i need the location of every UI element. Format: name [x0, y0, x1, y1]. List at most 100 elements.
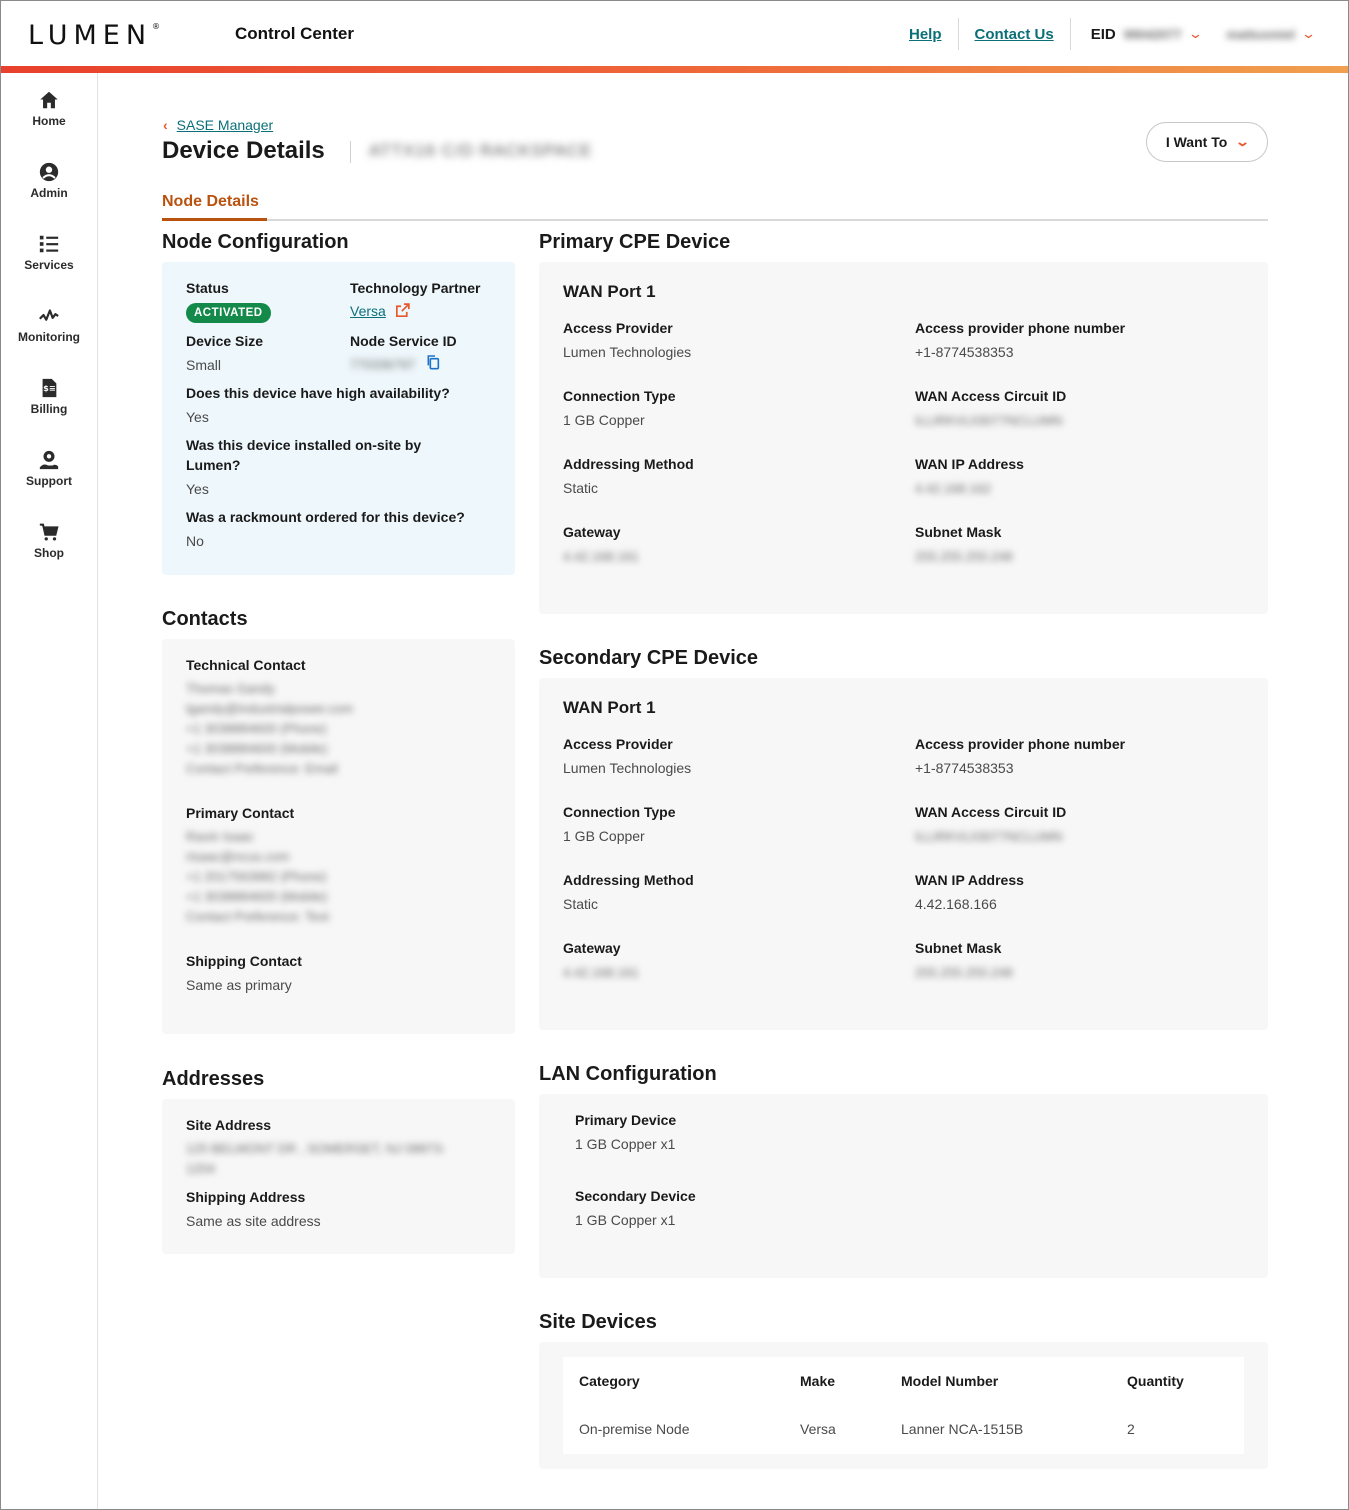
- wan-ip-value: 4.42.168.166: [915, 896, 997, 912]
- lan-primary-value: 1 GB Copper x1: [575, 1136, 676, 1152]
- site-address-label: Site Address: [186, 1117, 272, 1133]
- nav-label: Admin: [30, 186, 68, 200]
- i-want-to-button[interactable]: I Want To ⌄: [1146, 122, 1268, 162]
- contact-us-link[interactable]: Contact Us: [959, 26, 1070, 43]
- support-icon: [39, 450, 59, 470]
- copy-icon[interactable]: [425, 354, 441, 370]
- lan-secondary-label: Secondary Device: [575, 1188, 696, 1204]
- gateway-value: 4.42.168.161: [563, 965, 639, 980]
- secondary-cpe-title: Secondary CPE Device: [539, 647, 758, 669]
- lan-config-card: Primary Device 1 GB Copper x1 Secondary …: [539, 1094, 1268, 1278]
- nav-item-home[interactable]: Home: [1, 89, 97, 149]
- lan-config-title: LAN Configuration: [539, 1063, 717, 1085]
- addressing-method-value: Static: [563, 480, 599, 496]
- app-title: Control Center: [235, 24, 354, 43]
- access-provider-label: Access Provider: [563, 320, 673, 336]
- primary-cpe-title: Primary CPE Device: [539, 231, 731, 253]
- shipping-address-label: Shipping Address: [186, 1189, 306, 1205]
- nav-item-services[interactable]: Services: [1, 233, 97, 293]
- home-icon: [40, 91, 58, 109]
- title-divider: [350, 141, 351, 163]
- user-name: mattusmiel: [1226, 26, 1296, 42]
- breadcrumb[interactable]: ‹ SASE Manager: [163, 117, 273, 133]
- subnet-mask-value: 255.255.255.248: [915, 965, 1013, 980]
- secondary-cpe-card: WAN Port 1 Access Provider Lumen Technol…: [539, 678, 1268, 1030]
- primary-cpe-card: WAN Port 1 Access Provider Lumen Technol…: [539, 262, 1268, 614]
- circuit-id-label: WAN Access Circuit ID: [915, 804, 1067, 820]
- nav-item-admin[interactable]: Admin: [1, 161, 97, 221]
- installed-value: Yes: [186, 481, 209, 497]
- high-availability-label: Does this device have high availability?: [186, 385, 450, 401]
- addressing-method-label: Addressing Method: [563, 456, 694, 472]
- wan-port-title: WAN Port 1: [563, 282, 656, 301]
- eid-selector[interactable]: EID 99042077 ⌄: [1071, 26, 1203, 43]
- table-cell: Lanner NCA-1515B: [901, 1421, 1024, 1437]
- site-devices-table: Category Make Model Number Quantity On-p…: [563, 1357, 1244, 1454]
- nav-item-shop[interactable]: Shop: [1, 521, 97, 581]
- provider-phone-label: Access provider phone number: [915, 320, 1126, 336]
- chevron-down-icon: ⌄: [1187, 26, 1203, 41]
- addressing-method-value: Static: [563, 896, 599, 912]
- partner-value: Versa: [350, 302, 411, 319]
- contacts-title: Contacts: [162, 608, 248, 630]
- user-menu[interactable]: mattusmiel ⌄: [1226, 26, 1316, 42]
- high-availability-value: Yes: [186, 409, 209, 425]
- provider-phone-label: Access provider phone number: [915, 736, 1126, 752]
- versa-link[interactable]: Versa: [350, 303, 386, 319]
- subnet-mask-label: Subnet Mask: [915, 940, 1002, 956]
- wan-ip-label: WAN IP Address: [915, 456, 1024, 472]
- connection-type-value: 1 GB Copper: [563, 828, 645, 844]
- connection-type-label: Connection Type: [563, 388, 676, 404]
- monitoring-icon: [39, 309, 59, 321]
- eid-value: 99042077: [1123, 26, 1182, 42]
- services-icon: [39, 235, 59, 253]
- nav-label: Billing: [30, 402, 68, 416]
- wan-ip-value: 4.42.168.162: [915, 481, 991, 496]
- column-header: Quantity: [1127, 1373, 1184, 1389]
- service-id-value: 770336797: [350, 355, 441, 375]
- table-row: On-premise Node Versa Lanner NCA-1515B 2: [563, 1421, 1244, 1445]
- wan-port-title: WAN Port 1: [563, 698, 656, 717]
- shipping-contact-value: Same as primary: [186, 977, 292, 993]
- gateway-value: 4.42.168.161: [563, 549, 639, 564]
- external-link-icon[interactable]: [394, 302, 411, 319]
- chevron-left-icon: ‹: [163, 117, 168, 133]
- nav-label: Home: [32, 114, 66, 128]
- shipping-contact-label: Shipping Contact: [186, 953, 302, 969]
- device-size-value: Small: [186, 357, 222, 373]
- primary-contact-label: Primary Contact: [186, 805, 295, 821]
- node-config-title: Node Configuration: [162, 231, 349, 253]
- nav-item-monitoring[interactable]: Monitoring: [1, 305, 97, 365]
- site-devices-title: Site Devices: [539, 1311, 657, 1333]
- page-subtitle: ATTX16 C/D RACKSPACE: [369, 141, 593, 160]
- nav-item-support[interactable]: Support: [1, 449, 97, 509]
- addresses-title: Addresses: [162, 1068, 265, 1090]
- status-badge: ACTIVATED: [186, 303, 271, 323]
- service-id-label: Node Service ID: [350, 333, 457, 349]
- access-provider-value: Lumen Technologies: [563, 760, 692, 776]
- table-cell: Versa: [800, 1421, 836, 1437]
- contacts-card: Technical Contact Thomas Gandy tgandy@in…: [162, 639, 515, 1034]
- wan-ip-label: WAN IP Address: [915, 872, 1024, 888]
- site-address-value: 125 BELMONT DR , SOMERSET, NJ 08873- 120…: [186, 1141, 446, 1176]
- technical-contact-details: Thomas Gandy tgandy@industrialpower.com …: [186, 681, 354, 776]
- top-header: LUMEN® Control Center Help Contact Us EI…: [1, 1, 1348, 67]
- subnet-mask-value: 255.255.255.248: [915, 549, 1013, 564]
- i-want-to-label: I Want To: [1165, 134, 1228, 150]
- node-config-card: Status ACTIVATED Technology Partner Vers…: [162, 262, 515, 575]
- technical-contact-label: Technical Contact: [186, 657, 306, 673]
- table-header: Category Make Model Number Quantity: [563, 1373, 1244, 1397]
- nav-label: Support: [26, 474, 72, 488]
- help-link[interactable]: Help: [893, 26, 958, 43]
- nav-item-billing[interactable]: $≡ Billing: [1, 377, 97, 437]
- breadcrumb-link[interactable]: SASE Manager: [177, 117, 274, 133]
- billing-icon: $≡: [42, 378, 57, 398]
- column-header: Category: [579, 1373, 640, 1389]
- subnet-mask-label: Subnet Mask: [915, 524, 1002, 540]
- installed-label: Was this device installed on-site by Lume…: [186, 437, 422, 473]
- admin-icon: [39, 162, 59, 182]
- chevron-down-icon: ⌄: [1235, 134, 1251, 149]
- lumen-logo[interactable]: LUMEN®: [28, 20, 160, 51]
- rackmount-label: Was a rackmount ordered for this device?: [186, 509, 465, 525]
- tab-node-details[interactable]: Node Details: [162, 191, 267, 221]
